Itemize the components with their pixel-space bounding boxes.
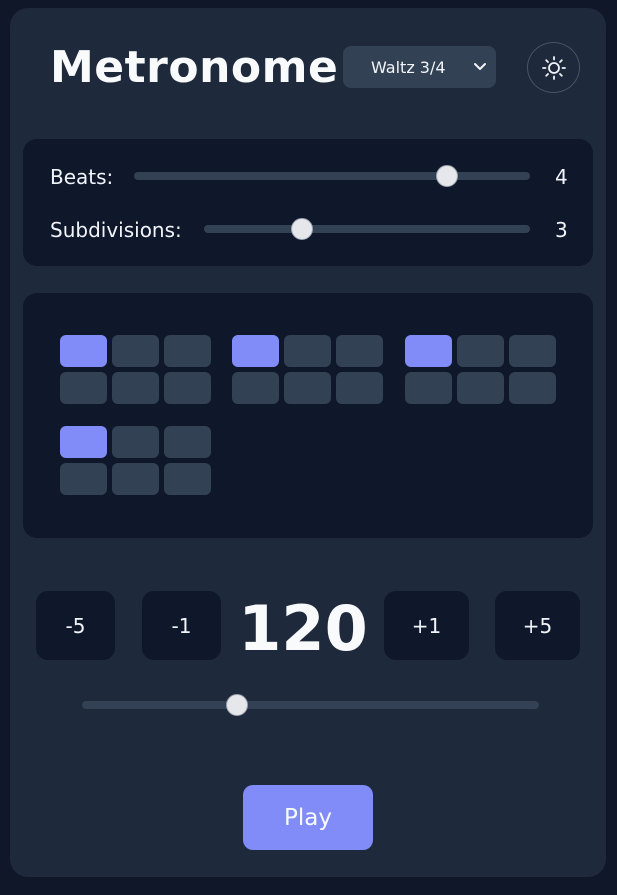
beat-4-cell-4[interactable] (60, 463, 107, 495)
beats-slider-track[interactable] (134, 172, 530, 180)
beats-slider-thumb[interactable] (435, 165, 458, 187)
subdivisions-value: 3 (555, 218, 568, 242)
beats-value: 4 (555, 165, 568, 189)
subdivisions-slider-track[interactable] (204, 225, 530, 233)
beat-2-cell-3[interactable] (336, 335, 383, 367)
beat-3-cell-6[interactable] (509, 372, 556, 404)
settings-panel (23, 139, 593, 266)
beat-1-cell-3[interactable] (164, 335, 211, 367)
beat-2-cell-1[interactable] (232, 335, 279, 367)
beat-4-cell-6[interactable] (164, 463, 211, 495)
beat-1-cell-5[interactable] (112, 372, 159, 404)
chevron-down-icon (474, 63, 486, 70)
beat-3-cell-4[interactable] (405, 372, 452, 404)
play-button[interactable]: Play (243, 785, 373, 850)
beat-3-cell-3[interactable] (509, 335, 556, 367)
beat-1-cell-4[interactable] (60, 372, 107, 404)
beat-1-cell-6[interactable] (164, 372, 211, 404)
theme-toggle-button[interactable] (527, 42, 580, 93)
preset-value: Waltz 3/4 (371, 57, 446, 77)
beats-label: Beats: (50, 165, 114, 189)
tempo-plus-1-button[interactable]: +1 (384, 591, 469, 660)
beat-2-cell-2[interactable] (284, 335, 331, 367)
beat-3-cell-1[interactable] (405, 335, 452, 367)
sun-icon (541, 55, 566, 80)
beat-1-cell-2[interactable] (112, 335, 159, 367)
tempo-minus-1-button[interactable]: -1 (142, 591, 221, 660)
beat-4-cell-3[interactable] (164, 426, 211, 458)
tempo-minus-5-button[interactable]: -5 (36, 591, 115, 660)
subdivisions-label: Subdivisions: (50, 218, 182, 242)
beat-3-cell-5[interactable] (457, 372, 504, 404)
tempo-slider-track[interactable] (82, 701, 539, 709)
preset-select[interactable]: Waltz 3/4 (343, 46, 496, 88)
beat-2-cell-6[interactable] (336, 372, 383, 404)
beat-4-cell-1[interactable] (60, 426, 107, 458)
bpm-display: 120 (238, 591, 368, 665)
subdivisions-slider-thumb[interactable] (290, 218, 313, 240)
tempo-plus-5-button[interactable]: +5 (495, 591, 580, 660)
beat-1-cell-1[interactable] (60, 335, 107, 367)
page-title: Metronome (50, 42, 339, 93)
beat-4-cell-2[interactable] (112, 426, 159, 458)
beat-3-cell-2[interactable] (457, 335, 504, 367)
beat-4-cell-5[interactable] (112, 463, 159, 495)
beat-2-cell-5[interactable] (284, 372, 331, 404)
beat-2-cell-4[interactable] (232, 372, 279, 404)
beat-pattern-panel (23, 293, 593, 538)
